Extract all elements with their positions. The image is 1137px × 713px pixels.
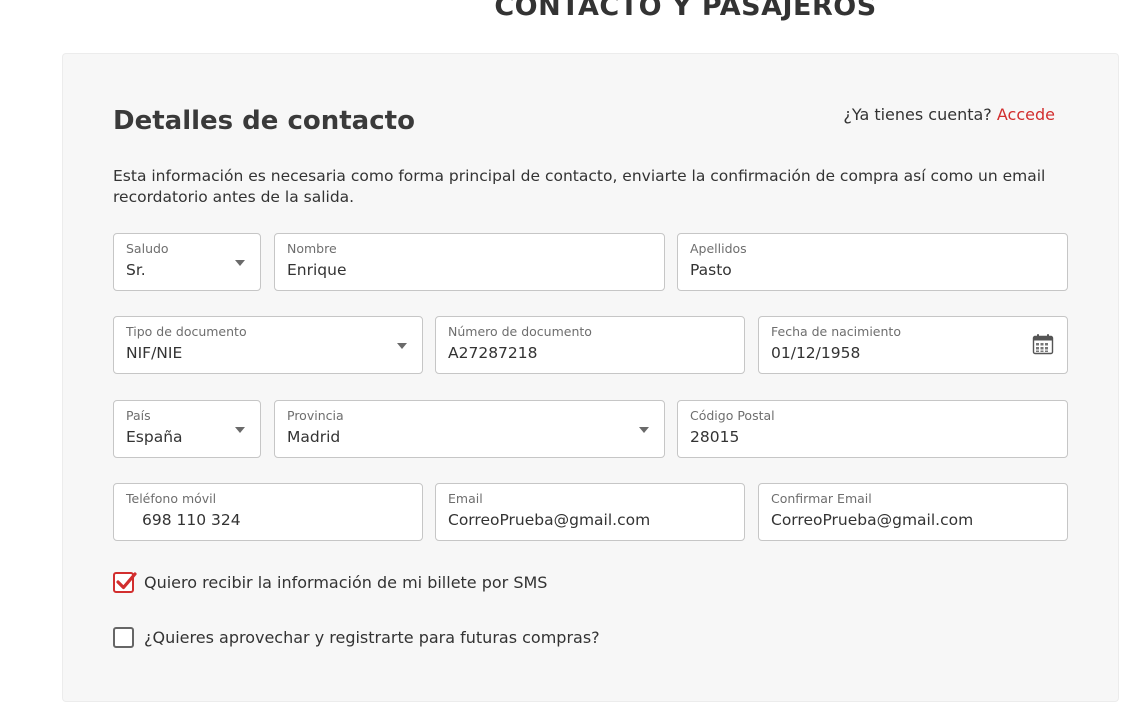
chevron-down-icon bbox=[639, 427, 649, 433]
last-name-label: Apellidos bbox=[690, 241, 747, 256]
birth-date-value: 01/12/1958 bbox=[771, 344, 861, 362]
register-option[interactable]: ¿Quieres aprovechar y registrarte para f… bbox=[113, 627, 600, 648]
birth-date-label: Fecha de nacimiento bbox=[771, 324, 901, 339]
province-select[interactable]: Provincia Madrid bbox=[274, 400, 665, 458]
email-value: CorreoPrueba@gmail.com bbox=[448, 511, 651, 529]
confirm-email-value: CorreoPrueba@gmail.com bbox=[771, 511, 974, 529]
section-title: Detalles de contacto bbox=[113, 106, 415, 136]
mobile-phone-value: 698 110 324 bbox=[142, 511, 241, 529]
country-select[interactable]: País España bbox=[113, 400, 261, 458]
salutation-select[interactable]: Saludo Sr. bbox=[113, 233, 261, 291]
page-heading: CONTACTO Y PASAJEROS bbox=[0, 0, 1137, 22]
salutation-label: Saludo bbox=[126, 241, 169, 256]
checkmark-icon bbox=[116, 572, 137, 590]
login-prompt: ¿Ya tienes cuenta? Accede bbox=[843, 105, 1055, 124]
salutation-value: Sr. bbox=[126, 261, 146, 279]
page-heading-text: CONTACTO Y PASAJEROS bbox=[494, 0, 877, 22]
confirm-email-field[interactable]: Confirmar Email CorreoPrueba@gmail.com bbox=[758, 483, 1068, 541]
document-type-value: NIF/NIE bbox=[126, 344, 183, 362]
document-number-field[interactable]: Número de documento A27287218 bbox=[435, 316, 745, 374]
document-number-value: A27287218 bbox=[448, 344, 538, 362]
confirm-email-label: Confirmar Email bbox=[771, 491, 872, 506]
postal-code-field[interactable]: Código Postal 28015 bbox=[677, 400, 1068, 458]
register-option-label: ¿Quieres aprovechar y registrarte para f… bbox=[144, 628, 600, 647]
document-number-label: Número de documento bbox=[448, 324, 592, 339]
document-type-label: Tipo de documento bbox=[126, 324, 247, 339]
postal-code-label: Código Postal bbox=[690, 408, 775, 423]
last-name-value: Pasto bbox=[690, 261, 732, 279]
login-link[interactable]: Accede bbox=[997, 105, 1055, 124]
first-name-label: Nombre bbox=[287, 241, 337, 256]
country-label: País bbox=[126, 408, 151, 423]
mobile-phone-field[interactable]: Teléfono móvil 698 110 324 bbox=[113, 483, 423, 541]
chevron-down-icon bbox=[397, 343, 407, 349]
mobile-phone-label: Teléfono móvil bbox=[126, 491, 217, 506]
intro-text: Esta información es necesaria como forma… bbox=[113, 167, 1046, 206]
first-name-field[interactable]: Nombre Enrique bbox=[274, 233, 665, 291]
postal-code-value: 28015 bbox=[690, 428, 740, 446]
email-field[interactable]: Email CorreoPrueba@gmail.com bbox=[435, 483, 745, 541]
chevron-down-icon bbox=[235, 260, 245, 266]
document-type-select[interactable]: Tipo de documento NIF/NIE bbox=[113, 316, 423, 374]
sms-option[interactable]: Quiero recibir la información de mi bill… bbox=[113, 572, 547, 593]
chevron-down-icon bbox=[235, 427, 245, 433]
province-value: Madrid bbox=[287, 428, 341, 446]
login-prompt-text: ¿Ya tienes cuenta? bbox=[843, 105, 992, 124]
register-checkbox[interactable] bbox=[113, 627, 134, 648]
first-name-value: Enrique bbox=[287, 261, 347, 279]
country-value: España bbox=[126, 428, 183, 446]
sms-checkbox[interactable] bbox=[113, 572, 137, 593]
contact-details-card: Detalles de contacto ¿Ya tienes cuenta? … bbox=[62, 53, 1119, 702]
sms-option-label: Quiero recibir la información de mi bill… bbox=[144, 573, 548, 592]
email-label: Email bbox=[448, 491, 483, 506]
last-name-field[interactable]: Apellidos Pasto bbox=[677, 233, 1068, 291]
calendar-icon[interactable] bbox=[1032, 333, 1054, 355]
province-label: Provincia bbox=[287, 408, 344, 423]
birth-date-field[interactable]: Fecha de nacimiento 01/12/1958 bbox=[758, 316, 1068, 374]
